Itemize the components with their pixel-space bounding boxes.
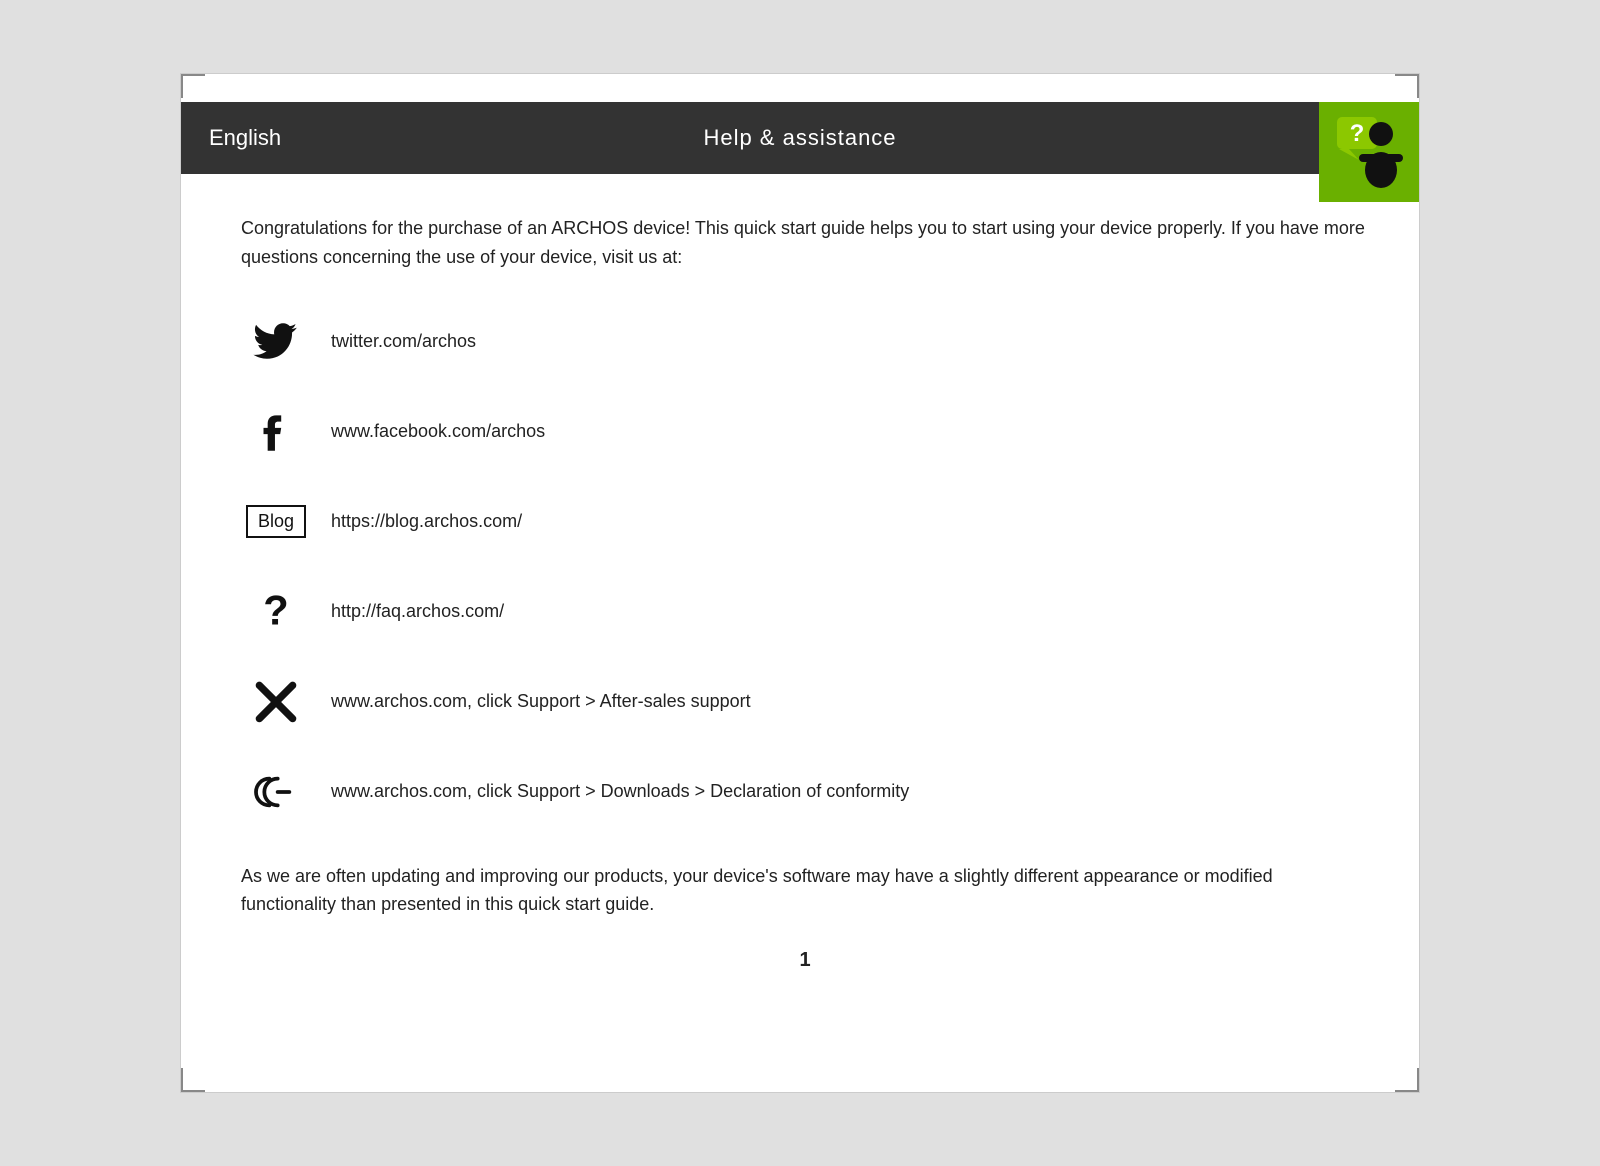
support-url: www.archos.com, click Support > After-sa… — [331, 691, 751, 712]
list-item: www.archos.com, click Support > After-sa… — [241, 672, 1369, 732]
svg-text:?: ? — [263, 587, 288, 634]
help-icon-container: ? — [1319, 102, 1419, 202]
page-number: 1 — [241, 949, 1369, 972]
list-item: twitter.com/archos — [241, 312, 1369, 372]
support-icon — [241, 677, 311, 727]
blog-url: https://blog.archos.com/ — [331, 511, 522, 532]
main-content: Congratulations for the purchase of an A… — [181, 174, 1419, 1012]
svg-text:?: ? — [1350, 120, 1365, 147]
twitter-icon — [241, 317, 311, 367]
intro-paragraph: Congratulations for the purchase of an A… — [241, 214, 1369, 272]
facebook-icon — [241, 407, 311, 457]
blog-icon: Blog — [241, 505, 311, 538]
corner-mark-tl — [181, 74, 205, 98]
list-item: www.archos.com, click Support > Download… — [241, 762, 1369, 822]
footer-paragraph: As we are often updating and improving o… — [241, 862, 1369, 920]
blog-label: Blog — [246, 505, 306, 538]
list-item: Blog https://blog.archos.com/ — [241, 492, 1369, 552]
ce-url: www.archos.com, click Support > Download… — [331, 781, 909, 802]
language-label: English — [209, 125, 369, 151]
corner-mark-br — [1395, 1068, 1419, 1092]
list-item: ? http://faq.archos.com/ — [241, 582, 1369, 642]
list-item: www.facebook.com/archos — [241, 402, 1369, 462]
corner-mark-tr — [1395, 74, 1419, 98]
help-person-icon: ? — [1329, 112, 1409, 192]
ce-icon — [241, 767, 311, 817]
corner-mark-bl — [181, 1068, 205, 1092]
faq-url: http://faq.archos.com/ — [331, 601, 504, 622]
page: English Help & assistance ? Congratulati… — [180, 73, 1420, 1093]
page-title: Help & assistance — [703, 125, 896, 151]
link-list: twitter.com/archos www.facebook.com/arch… — [241, 312, 1369, 822]
faq-icon: ? — [241, 587, 311, 637]
facebook-url: www.facebook.com/archos — [331, 421, 545, 442]
header-bar: English Help & assistance ? — [181, 102, 1419, 174]
twitter-url: twitter.com/archos — [331, 331, 476, 352]
